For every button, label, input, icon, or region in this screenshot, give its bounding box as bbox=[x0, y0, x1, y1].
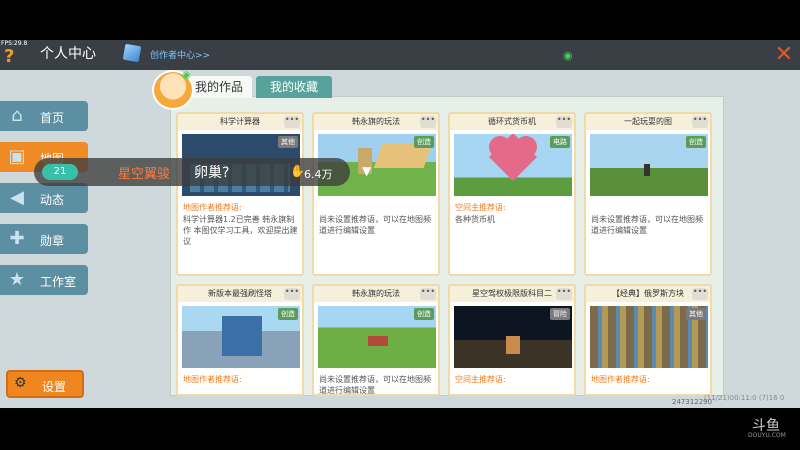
recommend-text: 尚未设置推荐语，可以在地图频道进行编辑设置 bbox=[591, 215, 703, 235]
bell-icon: ◀ bbox=[10, 187, 24, 208]
category-badge: 其他 bbox=[278, 136, 298, 148]
category-badge: 创造 bbox=[278, 308, 298, 320]
more-icon[interactable]: ••• bbox=[284, 288, 300, 300]
more-icon[interactable]: ••• bbox=[284, 116, 300, 128]
recommend-text: 尚未设置推荐语，可以在地图频道进行编辑设置 bbox=[319, 215, 431, 235]
creator-center-link[interactable]: 创作者中心>> bbox=[150, 48, 210, 61]
sidebar-item-label: 动态 bbox=[40, 193, 65, 207]
recommend-title: 地图作者推荐语: bbox=[591, 375, 650, 384]
recommend-text: 各种货币机 bbox=[455, 215, 495, 224]
settings-button[interactable]: ⚙ 设置 bbox=[6, 370, 84, 398]
map-card[interactable]: 循环式货币机 ••• 电路 空间主推荐语: 各种货币机 bbox=[448, 112, 576, 276]
map-card[interactable]: 新版本最强刷怪塔 ••• 创造 地图作者推荐语: bbox=[176, 284, 304, 396]
more-icon[interactable]: ••• bbox=[556, 116, 572, 128]
close-button[interactable]: ✕ bbox=[770, 42, 798, 68]
map-card[interactable]: 星空驾权极限版科目二 ••• 冒险 空间主推荐语: bbox=[448, 284, 576, 396]
more-icon[interactable]: ••• bbox=[420, 116, 436, 128]
cube-icon bbox=[122, 43, 142, 63]
footer-strip bbox=[0, 408, 800, 450]
more-icon[interactable]: ••• bbox=[692, 288, 708, 300]
more-icon[interactable]: ••• bbox=[420, 288, 436, 300]
sidebar-item-label: 首页 bbox=[40, 111, 65, 125]
chevron-down-icon[interactable]: ▼ bbox=[362, 164, 371, 178]
map-icon: ▣ bbox=[8, 146, 26, 167]
user-level-badge: 21 bbox=[42, 164, 78, 180]
danmu-message: 卵巢? bbox=[194, 165, 230, 181]
map-card[interactable]: 韩永旗的玩法 ••• 创造 尚未设置推荐语，可以在地图频道进行编辑设置 bbox=[312, 112, 440, 276]
map-card[interactable]: 韩永旗的玩法 ••• 创造 尚未设置推荐语，可以在地图频道进行编辑设置 bbox=[312, 284, 440, 396]
help-button[interactable]: ? bbox=[4, 46, 14, 67]
map-card[interactable]: 一起玩耍的图 ••• 创造 尚未设置推荐语，可以在地图频道进行编辑设置 bbox=[584, 112, 712, 276]
category-badge: 电路 bbox=[550, 136, 570, 148]
category-badge: 其他 bbox=[686, 308, 706, 320]
sidebar-item-medals[interactable]: ✚ 勋章 bbox=[0, 224, 88, 254]
settings-label: 设置 bbox=[42, 380, 67, 394]
top-bar bbox=[0, 40, 800, 70]
wifi-icon: ◉ bbox=[563, 49, 573, 62]
sidebar-item-label: 勋章 bbox=[40, 234, 65, 248]
recommend-text: 尚未设置推荐语，可以在地图频道进行编辑设置 bbox=[319, 375, 431, 395]
like-count: 6.4万 bbox=[304, 168, 333, 181]
timestamp-watermark: (11/21)00:11:0 (7)16 0 bbox=[704, 394, 785, 402]
sidebar-item-label: 工作室 bbox=[40, 275, 77, 289]
recommend-title: 地图作者推荐语: bbox=[183, 203, 242, 212]
douyu-domain: DOUYU.COM bbox=[748, 432, 786, 439]
recommend-text: 科学计算器1.2已完善 韩永旗制作 本图仅学习工具，欢迎提出建议 bbox=[183, 215, 298, 246]
recommend-title: 空间主推荐语: bbox=[455, 203, 506, 212]
category-badge: 创造 bbox=[686, 136, 706, 148]
star-icon: ★ bbox=[8, 269, 26, 290]
wifi-icon: ◉ bbox=[182, 70, 191, 81]
tab-my-works[interactable]: 我的作品 bbox=[186, 76, 252, 98]
map-card[interactable]: 科学计算器 ••• 其他 地图作者推荐语: 科学计算器1.2已完善 韩永旗制作 … bbox=[176, 112, 304, 276]
danmu-bubble: 21 星空翼骏 卵巢? ✋ 6.4万 ▼ bbox=[34, 158, 371, 186]
recommend-title: 空间主推荐语: bbox=[455, 375, 506, 384]
danmu-username: 星空翼骏 bbox=[118, 167, 171, 182]
page-title: 个人中心 bbox=[40, 46, 96, 62]
medal-icon: ✚ bbox=[9, 228, 25, 249]
category-badge: 冒险 bbox=[550, 308, 570, 320]
sidebar-item-studio[interactable]: ★ 工作室 bbox=[0, 265, 88, 295]
screen: FPS:29.8 ? 个人中心 创作者中心>> ◉ ✕ ⌂ 首页 ▣ 地图 ◀ … bbox=[0, 0, 800, 450]
category-badge: 创造 bbox=[414, 308, 434, 320]
category-badge: 创造 bbox=[414, 136, 434, 148]
map-card[interactable]: 【经典】俄罗斯方块 ••• 其他 地图作者推荐语: bbox=[584, 284, 712, 396]
sidebar-item-home[interactable]: ⌂ 首页 bbox=[0, 101, 88, 131]
more-icon[interactable]: ••• bbox=[692, 116, 708, 128]
gear-icon: ⚙ bbox=[14, 375, 27, 391]
tab-my-favorites[interactable]: 我的收藏 bbox=[256, 76, 332, 98]
recommend-title: 地图作者推荐语: bbox=[183, 375, 242, 384]
sidebar-item-feed[interactable]: ◀ 动态 bbox=[0, 183, 88, 213]
like-icon: ✋ bbox=[290, 164, 305, 178]
home-icon: ⌂ bbox=[11, 105, 23, 126]
more-icon[interactable]: ••• bbox=[556, 288, 572, 300]
